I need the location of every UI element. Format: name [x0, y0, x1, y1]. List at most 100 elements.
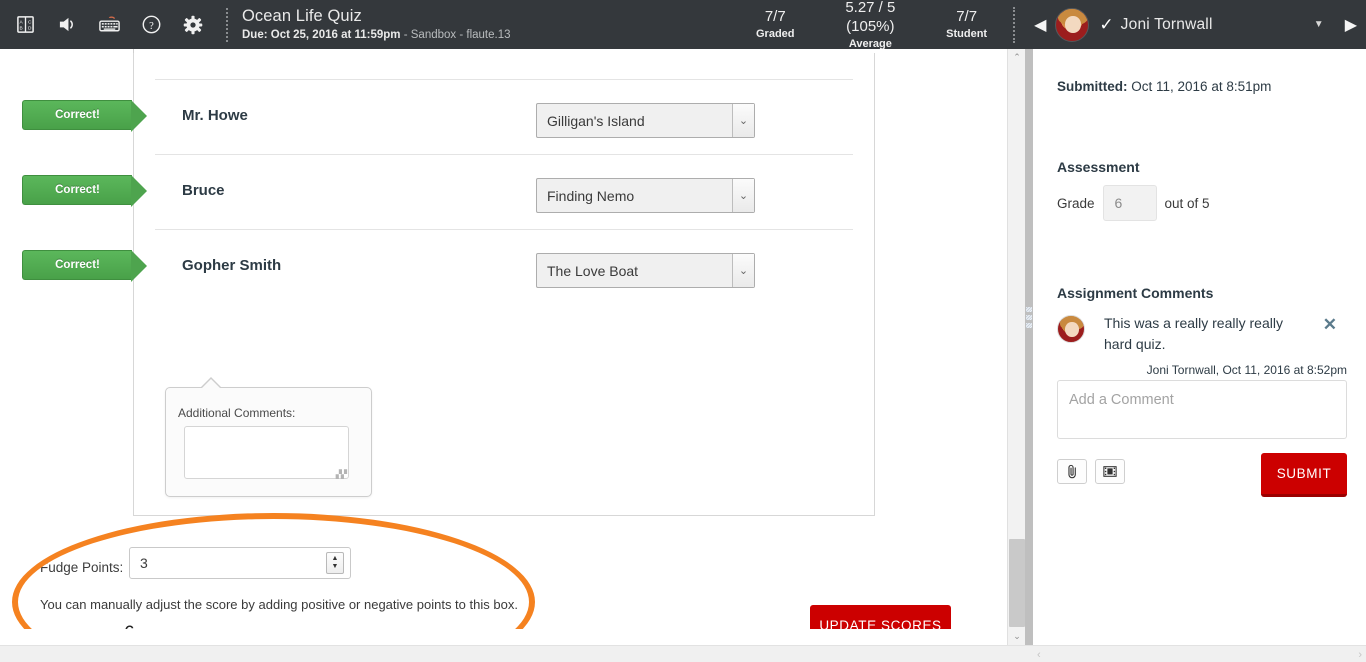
additional-comments-textarea[interactable]: ▞▞ [184, 426, 349, 479]
fudge-points-value: 3 [140, 555, 148, 571]
accessibility-tools: ABCD ? [0, 10, 208, 40]
fudge-points-stepper[interactable]: ▲ ▼ [326, 552, 344, 574]
settings-gear-icon[interactable] [178, 10, 208, 40]
media-comment-icon[interactable] [1095, 459, 1125, 484]
stepper-down-icon[interactable]: ▼ [332, 563, 339, 571]
status-badge: Correct! [22, 250, 132, 280]
svg-text:D: D [27, 26, 31, 32]
update-scores-button[interactable]: UPDATE SCORES [810, 605, 951, 629]
scroll-down-arrow-icon[interactable]: ⌄ [1008, 628, 1026, 645]
question-name: Mr. Howe [182, 107, 248, 124]
resize-handle-icon[interactable]: ▞▞ [336, 473, 346, 477]
body-wrapper: Correct! Mr. Howe Gilligan's Island ⌄ Co… [0, 49, 1366, 662]
chevron-down-icon[interactable]: ⌄ [732, 104, 754, 137]
assignment-due-date: Due: Oct 25, 2016 at 11:59pm [242, 29, 401, 41]
submission-pane: Correct! Mr. Howe Gilligan's Island ⌄ Co… [0, 49, 1007, 629]
attach-file-icon[interactable] [1057, 459, 1087, 484]
dictionary-icon[interactable]: ABCD [10, 10, 40, 40]
add-comment-textarea[interactable]: Add a Comment [1057, 380, 1347, 439]
scroll-up-arrow-icon[interactable]: ⌃ [1008, 49, 1026, 66]
previous-student-arrow-icon[interactable]: ◀ [1025, 15, 1055, 35]
row-separator [155, 154, 853, 155]
submission-vertical-scrollbar[interactable]: ⌃ ⌄ [1007, 49, 1025, 645]
assignment-context: - Sandbox - flaute.13 [404, 29, 511, 41]
submit-comment-button[interactable]: SUBMIT [1261, 453, 1347, 497]
assignment-info: Ocean Life Quiz Due: Oct 25, 2016 at 11:… [242, 6, 742, 43]
chevron-down-icon[interactable]: ▼ [1302, 19, 1336, 30]
submission-horizontal-scrollbar[interactable] [0, 645, 1033, 662]
graded-check-icon: ✓ [1099, 15, 1113, 35]
keyboard-icon[interactable] [94, 10, 124, 40]
student-navigation: ◀ ✓ Joni Tornwall ▼ ▶ [1025, 8, 1366, 42]
stat-graded-label: Graded [756, 27, 795, 42]
question-name: Gopher Smith [182, 257, 281, 274]
grip-icon [1026, 307, 1032, 331]
final-score-label: Final Score: [40, 626, 120, 629]
student-name[interactable]: Joni Tornwall [1121, 16, 1213, 34]
chevron-down-icon[interactable]: ⌄ [732, 254, 754, 287]
final-score-out-of: out of 5 [139, 626, 186, 629]
stat-student-label: Student [946, 27, 987, 42]
answer-select[interactable]: Gilligan's Island ⌄ [536, 103, 755, 138]
top-toolbar: ABCD ? Ocean Life Quiz Due: Oct 25, 2016… [0, 0, 1366, 49]
status-badge: Correct! [22, 100, 132, 130]
help-icon[interactable]: ? [136, 10, 166, 40]
scroll-right-arrow-icon[interactable]: › [1358, 649, 1362, 661]
speaker-icon[interactable] [52, 10, 82, 40]
answer-select-value: The Love Boat [547, 263, 638, 279]
pane-resize-handle[interactable] [1025, 49, 1033, 645]
sidebar-horizontal-scrollbar[interactable]: ‹ › [1033, 645, 1366, 662]
scroll-left-arrow-icon[interactable]: ‹ [1037, 649, 1041, 661]
student-nav-divider [1013, 7, 1015, 43]
grade-input[interactable]: 6 [1103, 185, 1157, 221]
status-badge: Correct! [22, 175, 132, 205]
comment-text: This was a really really really hard qui… [1104, 313, 1289, 355]
stepper-up-icon[interactable]: ▲ [332, 555, 339, 563]
answer-select-value: Finding Nemo [547, 188, 634, 204]
submitted-label: Submitted: [1057, 79, 1128, 94]
stat-student: 7/7 Student [932, 7, 1001, 42]
stat-graded: 7/7 Graded [742, 7, 809, 42]
grade-label: Grade [1057, 196, 1095, 211]
stat-average: 5.27 / 5 (105%) Average [809, 0, 933, 52]
next-student-arrow-icon[interactable]: ▶ [1336, 15, 1366, 35]
svg-text:B: B [19, 26, 22, 32]
comment-meta: Joni Tornwall, Oct 11, 2016 at 8:52pm [1104, 363, 1347, 377]
grading-stats: 7/7 Graded 5.27 / 5 (105%) Average 7/7 S… [742, 0, 1001, 52]
question-row: Correct! Mr. Howe Gilligan's Island ⌄ [0, 79, 1007, 154]
final-score-value: 6 [124, 623, 135, 629]
svg-text:C: C [27, 20, 31, 26]
row-separator [155, 229, 853, 230]
comment-author-avatar [1057, 315, 1085, 343]
submitted-value: Oct 11, 2016 at 8:51pm [1131, 79, 1271, 94]
scrollbar-thumb[interactable] [1009, 539, 1025, 627]
stat-average-value: 5.27 / 5 (105%) [823, 0, 919, 36]
question-row: Correct! Gopher Smith The Love Boat ⌄ [0, 229, 1007, 304]
svg-text:A: A [19, 20, 23, 26]
grade-row: Grade 6 out of 5 [1057, 185, 1210, 221]
final-score-row: Final Score: 6 out of 5 [40, 623, 185, 629]
additional-comments-popover: Additional Comments: ▞▞ [165, 387, 372, 497]
fudge-points-label: Fudge Points: [40, 560, 123, 575]
assignment-subtitle: Due: Oct 25, 2016 at 11:59pm - Sandbox -… [242, 27, 742, 43]
question-row: Correct! Bruce Finding Nemo ⌄ [0, 154, 1007, 229]
svg-text:?: ? [149, 21, 154, 32]
additional-comments-label: Additional Comments: [178, 406, 295, 420]
answer-select[interactable]: Finding Nemo ⌄ [536, 178, 755, 213]
fudge-points-help-text: You can manually adjust the score by add… [40, 597, 518, 612]
assessment-heading: Assessment [1057, 159, 1140, 175]
close-icon[interactable]: ✕ [1323, 315, 1337, 335]
chevron-down-icon[interactable]: ⌄ [732, 179, 754, 212]
row-separator [155, 79, 853, 80]
student-avatar[interactable] [1055, 8, 1089, 42]
speedgrader-page: ABCD ? Ocean Life Quiz Due: Oct 25, 2016… [0, 0, 1366, 662]
comment-attachment-buttons [1057, 459, 1125, 484]
grade-out-of: out of 5 [1165, 196, 1210, 211]
answer-select[interactable]: The Love Boat ⌄ [536, 253, 755, 288]
submitted-row: Submitted: Oct 11, 2016 at 8:51pm [1057, 79, 1271, 94]
question-name: Bruce [182, 182, 225, 199]
fudge-points-input[interactable]: 3 ▲ ▼ [129, 547, 351, 579]
stat-graded-value: 7/7 [756, 7, 795, 26]
grading-sidebar: Submitted: Oct 11, 2016 at 8:51pm Assess… [1033, 49, 1366, 645]
toolbar-divider [226, 8, 228, 42]
